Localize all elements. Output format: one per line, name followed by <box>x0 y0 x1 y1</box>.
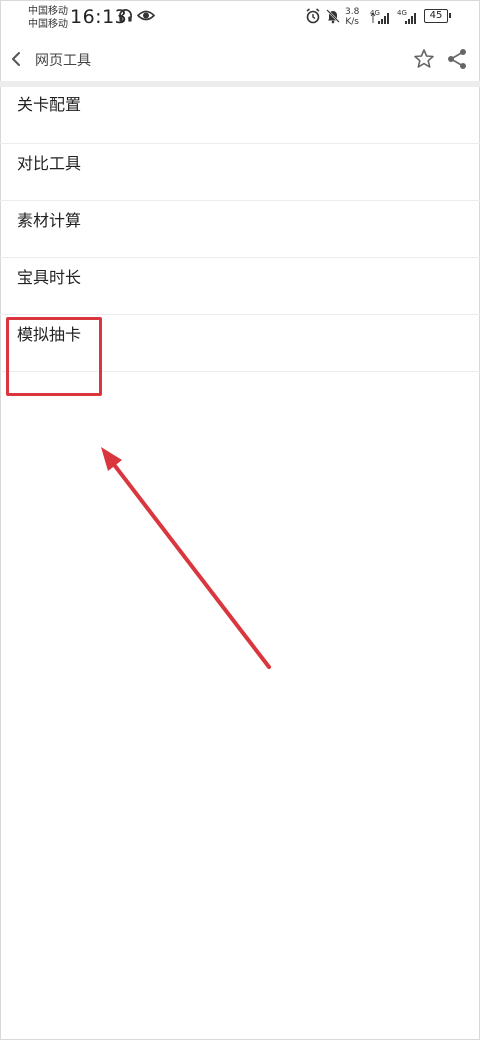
list-item-label: 宝具时长 <box>17 268 82 287</box>
net-speed-unit: K/s <box>345 17 359 27</box>
star-icon[interactable] <box>412 47 436 71</box>
list-item[interactable]: 关卡配置 <box>0 87 480 144</box>
battery-icon: 45 <box>424 9 451 23</box>
status-bar: 中国移动 中国移动 16:13 3.8 K/s 4G 4G 45 <box>0 0 480 38</box>
list-item[interactable]: 素材计算 <box>0 201 480 258</box>
list-item-label: 素材计算 <box>17 211 82 230</box>
net-speed: 3.8 K/s <box>345 7 359 27</box>
eye-icon <box>137 10 155 21</box>
list-item-label: 关卡配置 <box>17 95 82 114</box>
signal-icon <box>405 13 416 24</box>
app-header: 网页工具 <box>0 38 480 82</box>
net-speed-value: 3.8 <box>345 7 360 17</box>
carrier-1: 中国移动 <box>28 6 68 17</box>
highlight-box <box>6 317 102 396</box>
bell-off-icon <box>326 9 340 24</box>
share-icon[interactable] <box>446 47 468 71</box>
headphones-icon <box>119 9 132 22</box>
list-item[interactable]: 宝具时长 <box>0 258 480 315</box>
list-item[interactable]: 对比工具 <box>0 144 480 201</box>
page-title: 网页工具 <box>35 53 91 69</box>
alarm-icon <box>306 8 320 24</box>
back-icon[interactable] <box>6 48 28 70</box>
carrier-info: 中国移动 中国移动 <box>28 5 68 31</box>
carrier-2: 中国移动 <box>28 19 68 30</box>
signal-icon <box>370 12 389 24</box>
list-item-label: 对比工具 <box>17 154 82 173</box>
